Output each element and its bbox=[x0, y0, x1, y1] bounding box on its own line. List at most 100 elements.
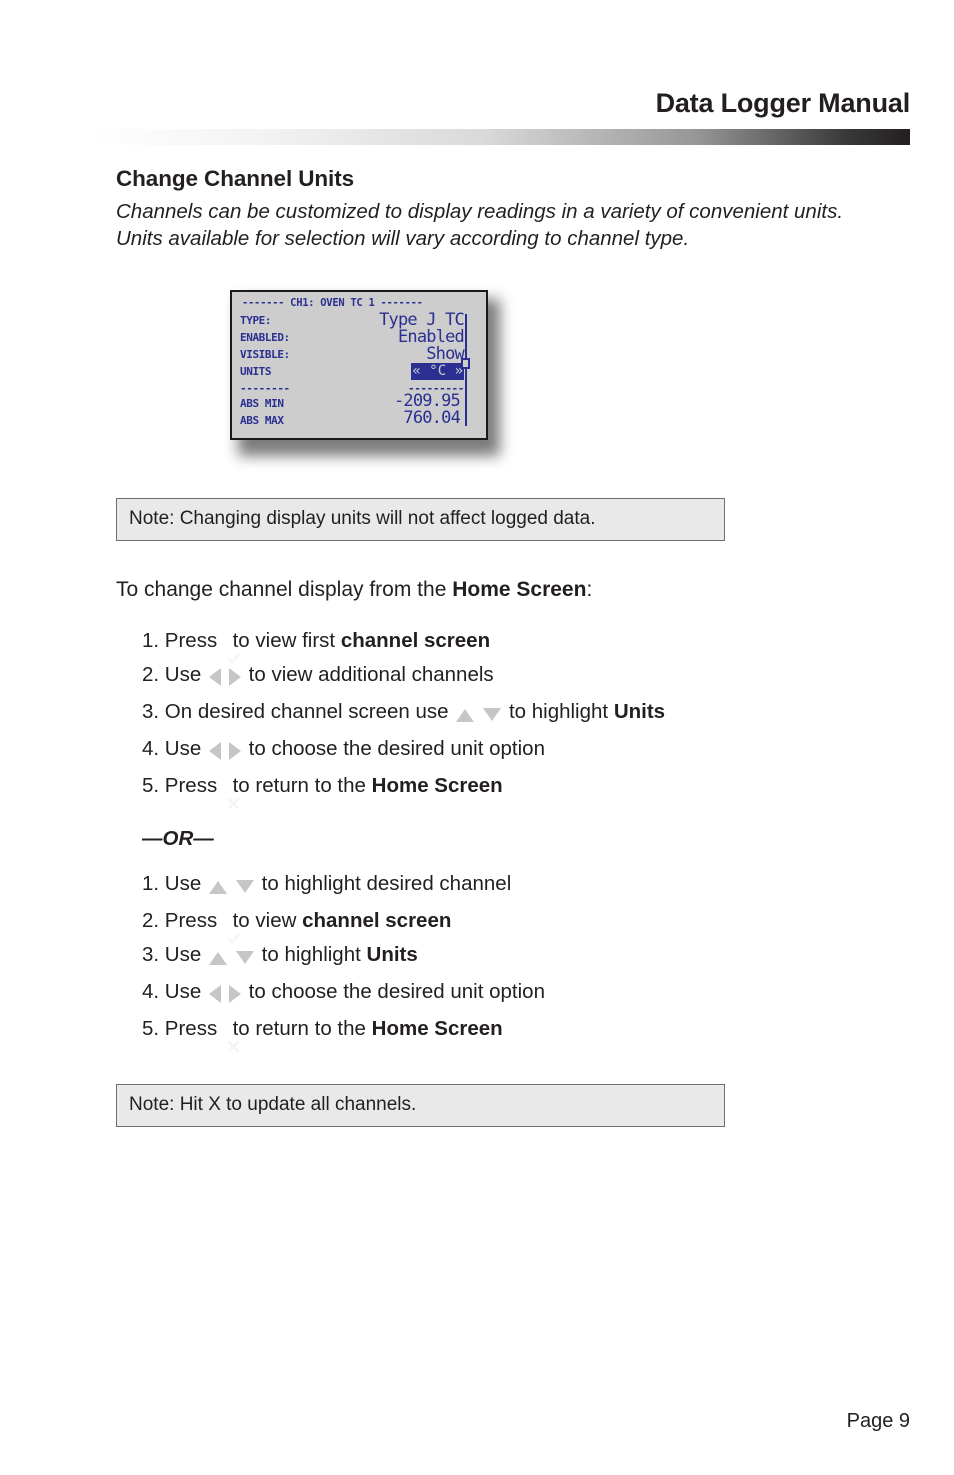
right-arrow-key-icon bbox=[228, 735, 241, 769]
left-arrow-key-icon bbox=[208, 735, 224, 769]
lcd-scrollbar-thumb bbox=[461, 358, 470, 370]
down-arrow-key-icon bbox=[482, 698, 502, 732]
left-arrow-key-icon bbox=[208, 661, 224, 695]
lcd-row-visible: VISIBLE: Show bbox=[240, 344, 465, 365]
page-header: Data Logger Manual bbox=[0, 0, 954, 150]
step-number: 4. bbox=[142, 980, 165, 1004]
page-title: Data Logger Manual bbox=[655, 88, 911, 118]
left-arrow-key-icon bbox=[208, 978, 224, 1012]
step-number: 2. bbox=[142, 663, 165, 687]
lcd-row-label: ENABLED: bbox=[240, 331, 290, 345]
up-arrow-glyph bbox=[208, 952, 227, 966]
step-text: to view first bbox=[226, 629, 341, 653]
step-text: Use bbox=[164, 737, 207, 761]
procedure-step: 3. On desired channel screen use to high… bbox=[116, 695, 906, 732]
lcd-screenshot-figure: ------- CH1: OVEN TC 1 ------- TYPE: Typ… bbox=[230, 290, 500, 457]
lcd-separator-left: -------- bbox=[240, 382, 290, 396]
note-box-top: Note: Changing display units will not af… bbox=[116, 498, 725, 541]
step-number: 2. bbox=[142, 909, 165, 933]
lcd-row-label: VISIBLE: bbox=[240, 348, 290, 362]
lcd-row-abs-max: ABS MAX 760.04 bbox=[240, 408, 464, 429]
lcd-row-label: TYPE: bbox=[240, 314, 272, 328]
header-gradient-rule bbox=[92, 129, 910, 145]
step-text: to highlight desired channel bbox=[255, 872, 512, 896]
procedure-step: 4. Use to choose the desired unit option bbox=[116, 975, 906, 1012]
step-number: 5. bbox=[142, 1017, 165, 1041]
step-emphasis: Home Screen bbox=[371, 1017, 503, 1041]
step-emphasis: Units bbox=[366, 943, 418, 967]
step-emphasis: Units bbox=[613, 700, 666, 724]
page-content: Change Channel Units Channels can be cus… bbox=[116, 166, 906, 1128]
step-text: Use bbox=[164, 663, 207, 687]
lcd-settings-rows: TYPE: Type J TC ENABLED: Enabled VISIBLE… bbox=[240, 312, 465, 429]
section-heading: Change Channel Units bbox=[116, 166, 355, 191]
lcd-row-label: UNITS bbox=[240, 365, 272, 379]
note-box-bottom: Note: Hit X to update all channels. bbox=[116, 1084, 725, 1128]
section-intro-text: Channels can be customized to display re… bbox=[116, 199, 844, 250]
procedure-step: 4. Use to choose the desired unit option bbox=[116, 732, 906, 769]
up-arrow-key-icon bbox=[456, 698, 478, 732]
step-text: Use bbox=[164, 980, 207, 1004]
step-text: to view bbox=[226, 909, 303, 933]
lcd-stat-value: 760.04 bbox=[403, 408, 460, 429]
or-divider: —OR— bbox=[142, 827, 214, 851]
step-text: Use bbox=[164, 943, 207, 967]
lcd-stat-label: ABS MAX bbox=[240, 414, 284, 428]
left-arrow-glyph bbox=[208, 668, 221, 687]
up-arrow-glyph bbox=[208, 881, 227, 895]
lcd-title: ------- CH1: OVEN TC 1 ------- bbox=[242, 297, 423, 310]
lcd-units-selected-value: « °C » bbox=[411, 363, 464, 381]
step-text: Press bbox=[164, 909, 223, 933]
down-arrow-key-icon bbox=[235, 870, 254, 904]
step-number: 3. bbox=[142, 943, 165, 967]
step-text: Press bbox=[164, 1017, 223, 1041]
step-emphasis: channel screen bbox=[302, 909, 452, 933]
procedure-lead-bold: Home Screen bbox=[452, 577, 587, 601]
procedure-step: 5. Press to return to the Home Screen bbox=[116, 769, 906, 810]
page-number: Page 9 bbox=[846, 1410, 910, 1432]
step-text: to choose the desired unit option bbox=[242, 980, 545, 1004]
step-emphasis: channel screen bbox=[340, 629, 491, 653]
procedure-list-alternate: 1. Use to highlight desired channel 2. Pr… bbox=[116, 867, 906, 1053]
step-text: to return to the bbox=[226, 774, 372, 798]
procedure-list-primary: 1. Press to view first channel screen 2. … bbox=[116, 624, 906, 810]
step-text: Press bbox=[164, 629, 223, 653]
down-arrow-glyph bbox=[483, 708, 502, 722]
lcd-stat-label: ABS MIN bbox=[240, 397, 284, 411]
lcd-scrollbar-track bbox=[465, 314, 467, 427]
right-arrow-glyph bbox=[228, 668, 241, 687]
right-arrow-glyph bbox=[228, 985, 241, 1004]
step-text: to return to the bbox=[226, 1017, 372, 1041]
right-arrow-glyph bbox=[228, 742, 241, 761]
procedure-lead-suffix: : bbox=[586, 577, 593, 601]
step-text: to choose the desired unit option bbox=[242, 737, 545, 761]
step-text: to view additional channels bbox=[242, 663, 494, 687]
procedure-step: 5. Press to return to the Home Screen bbox=[116, 1012, 906, 1053]
down-arrow-glyph bbox=[235, 880, 254, 894]
right-arrow-key-icon bbox=[228, 978, 241, 1012]
lcd-row-units: UNITS « °C » bbox=[240, 363, 464, 381]
step-emphasis: Home Screen bbox=[371, 774, 503, 798]
left-arrow-glyph bbox=[208, 742, 221, 761]
step-number: 5. bbox=[142, 774, 165, 798]
step-text: Press bbox=[164, 774, 223, 798]
left-arrow-glyph bbox=[208, 985, 221, 1004]
step-text: to highlight bbox=[503, 700, 614, 724]
step-text: Use bbox=[164, 872, 207, 896]
step-text: to highlight bbox=[255, 943, 367, 967]
procedure-lead-prefix: To change channel display from the bbox=[116, 577, 453, 601]
step-number: 1. bbox=[142, 629, 165, 653]
procedure-step: 1. Use to highlight desired channel bbox=[116, 867, 906, 904]
step-text: On desired channel screen use bbox=[164, 700, 455, 724]
step-number: 3. bbox=[142, 700, 165, 724]
up-arrow-key-icon bbox=[208, 870, 231, 904]
step-number: 1. bbox=[142, 872, 165, 896]
procedure-step: 1. Press to view first channel screen bbox=[116, 624, 906, 664]
lcd-row-value: Show bbox=[426, 344, 465, 365]
procedure-step: 2. Press to view channel screen bbox=[116, 904, 906, 944]
lcd-screen: ------- CH1: OVEN TC 1 ------- TYPE: Typ… bbox=[230, 290, 488, 441]
step-number: 4. bbox=[142, 737, 165, 761]
procedure-lead: To change channel display from the Home … bbox=[116, 577, 906, 603]
lcd-scrollbar bbox=[461, 314, 472, 427]
down-arrow-glyph bbox=[235, 951, 254, 965]
